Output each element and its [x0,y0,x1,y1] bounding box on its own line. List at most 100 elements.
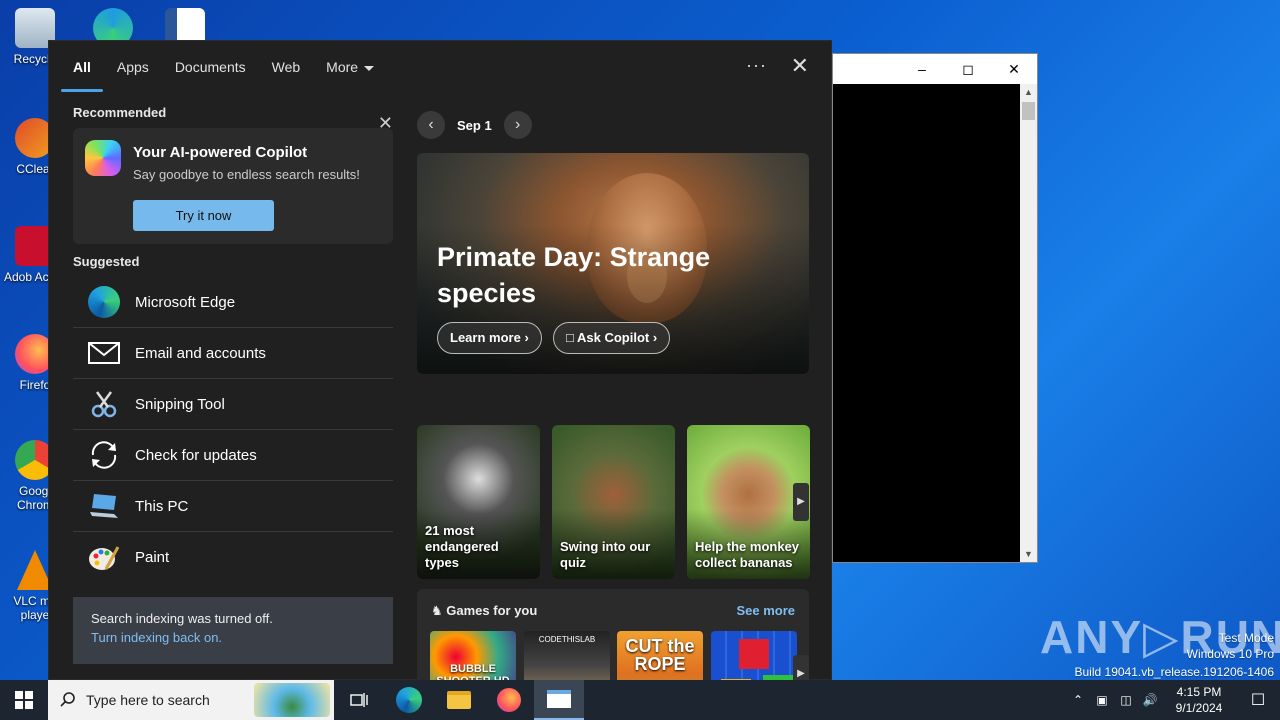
tab-label: Web [271,59,301,75]
edge-icon [396,687,422,713]
game-controller-icon: ♞ [431,603,443,618]
chevron-right-icon: › [652,330,658,345]
try-it-now-button[interactable]: Try it now [133,200,274,231]
learn-more-label: Learn more [450,330,521,345]
minimize-icon[interactable]: – [899,61,945,77]
search-panel: All Apps Documents Web More ··· ✕ Recomm… [48,40,832,720]
suggested-list: Microsoft Edge Email and accounts Snippi… [73,277,393,583]
background-window[interactable]: – ◻ ✕ ▲ ▼ [832,53,1038,563]
see-more-link[interactable]: See more [736,603,795,618]
learn-more-button[interactable]: Learn more › [437,322,542,354]
copilot-title: Your AI-powered Copilot [133,144,308,161]
network-status-icon[interactable]: ▣ [1090,693,1114,707]
card-monkey-game[interactable]: Help the monkey collect bananas [687,425,810,579]
computer-icon [87,489,121,523]
card-caption: 21 most endangered types [425,523,499,570]
system-tray: ⌃ ▣ ◫ 🔊 4:15 PM 9/1/2024 ☐ [1066,680,1280,720]
test-mode-label: Test Mode [1218,631,1274,645]
more-options-icon[interactable]: ··· [746,55,767,76]
search-tabs: All Apps Documents Web More ··· ✕ [49,41,831,93]
card-caption: Help the monkey collect bananas [695,539,800,570]
taskbar-search-box[interactable]: Type here to search [48,680,334,720]
scroll-down-icon[interactable]: ▼ [1020,546,1037,562]
tab-label: All [73,59,91,75]
game-title: CUT the ROPE [625,636,695,674]
suggested-item-label: Microsoft Edge [135,293,236,311]
vertical-scrollbar[interactable]: ▲ ▼ [1020,84,1037,562]
taskbar-firefox[interactable] [484,680,534,720]
search-icon [60,691,76,710]
copilot-card[interactable]: Your AI-powered Copilot Say goodbye to e… [73,128,393,244]
date-navigation: ‹ Sep 1 › [417,105,809,145]
tab-web[interactable]: Web [272,41,301,93]
hero-card[interactable]: Primate Day: Strange species Learn more … [417,153,809,374]
show-hidden-icons-icon[interactable]: ⌃ [1066,693,1090,707]
maximize-icon[interactable]: ◻ [945,61,991,78]
snipping-tool-icon [87,387,121,421]
copilot-icon [85,140,121,176]
previous-day-icon[interactable]: ‹ [417,111,445,139]
suggested-item-paint[interactable]: Paint [73,532,393,583]
card-quiz[interactable]: Swing into our quiz [552,425,675,579]
suggested-item-label: Paint [135,549,170,566]
task-view-button[interactable] [334,680,384,720]
tab-label: Apps [116,59,149,75]
window-titlebar[interactable]: – ◻ ✕ [833,54,1037,84]
suggested-item-edge[interactable]: Microsoft Edge [73,277,393,328]
tab-documents[interactable]: Documents [175,41,246,93]
indexing-message: Search indexing was turned off. [91,611,273,626]
notifications-icon[interactable]: ☐ [1236,690,1280,710]
games-title: Games for you [446,603,538,618]
refresh-icon [87,438,121,472]
left-column: Recommended ✕ Your AI-powered Copilot Sa… [73,105,393,583]
close-icon[interactable]: ✕ [991,61,1037,78]
suggested-item-email[interactable]: Email and accounts [73,328,393,379]
windows-icon [15,691,33,709]
search-placeholder: Type here to search [86,692,210,708]
cards-next-icon[interactable]: ▶ [793,483,809,521]
right-column: ‹ Sep 1 › Primate Day: Strange species L… [417,105,810,720]
suggested-item-label: Check for updates [135,446,257,464]
edge-icon [87,285,121,319]
suggested-heading: Suggested [73,254,140,269]
suggested-item-this-pc[interactable]: This PC [73,481,393,532]
game-title: CODETHISLAB [538,635,596,644]
folder-icon [447,691,471,709]
tab-more[interactable]: More [326,41,375,93]
hero-title: Primate Day: Strange species [437,242,711,308]
firefox-icon [497,688,521,712]
start-button[interactable] [0,680,48,720]
tab-apps[interactable]: Apps [117,41,149,93]
clock[interactable]: 4:15 PM 9/1/2024 [1162,684,1236,716]
suggested-item-check-updates[interactable]: Check for updates [73,430,393,481]
paint-icon [87,541,121,575]
network-icon[interactable]: ◫ [1114,693,1138,707]
build-label: Build 19041.vb_release.191206-1406 [1074,665,1275,679]
taskbar-active-app[interactable] [534,680,584,720]
suggested-item-label: This PC [135,497,189,515]
recommended-heading: Recommended [73,105,167,120]
close-panel-icon[interactable]: ✕ [791,55,809,77]
taskbar-edge[interactable] [384,680,434,720]
tab-all[interactable]: All [61,41,103,93]
block-piece [739,639,769,669]
turn-indexing-on-link[interactable]: Turn indexing back on. [91,630,375,645]
taskbar: Type here to search ⌃ ▣ ◫ 🔊 4:15 PM 9/1/… [0,680,1280,720]
volume-icon[interactable]: 🔊 [1138,693,1162,707]
window-app-icon [547,690,571,708]
next-day-icon[interactable]: › [503,111,532,139]
search-highlight-image [254,683,330,717]
card-endangered[interactable]: 21 most endangered types [417,425,540,579]
scrollbar-thumb[interactable] [1022,102,1035,120]
taskbar-file-explorer[interactable] [434,680,484,720]
suggested-item-label: Snipping Tool [135,395,225,413]
clock-time: 4:15 PM [1176,685,1222,699]
scroll-up-icon[interactable]: ▲ [1020,84,1037,100]
clock-date: 9/1/2024 [1175,701,1223,715]
suggested-item-label: Email and accounts [135,344,266,362]
mail-icon [87,336,121,370]
suggested-item-snipping-tool[interactable]: Snipping Tool [73,379,393,430]
chevron-right-icon: › [524,330,529,345]
ask-copilot-button[interactable]: □ Ask Copilot › [553,322,671,354]
feature-cards: 21 most endangered types Swing into our … [417,425,810,579]
